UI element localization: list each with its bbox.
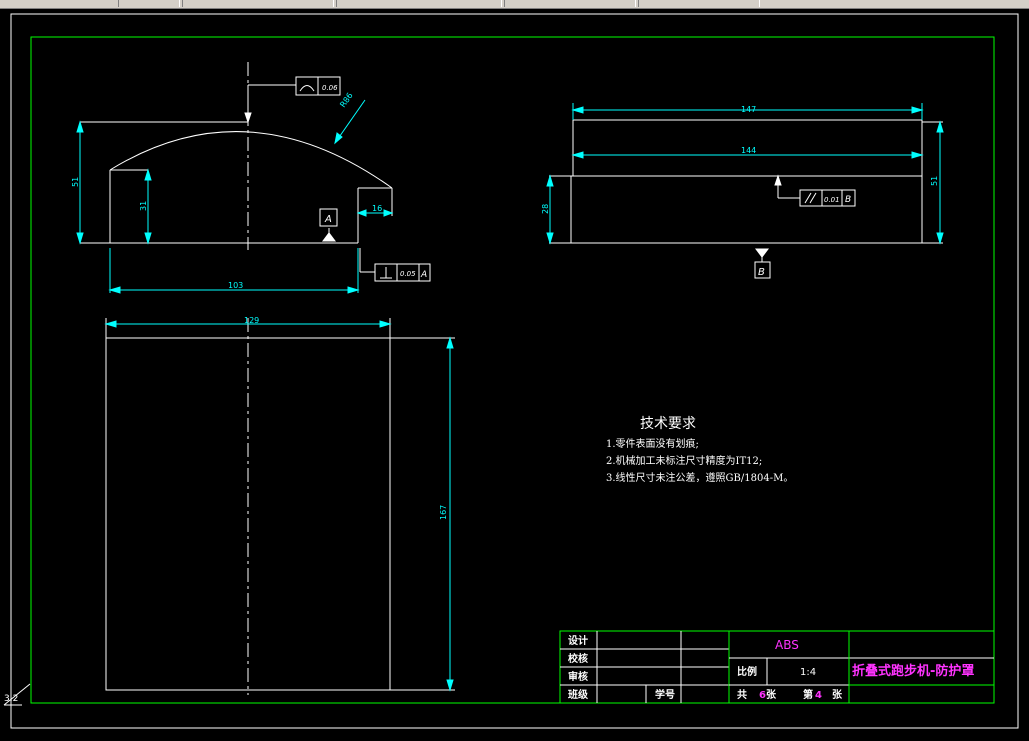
part1-arc [109,131,393,189]
dim-width: 129 [244,316,259,325]
dim-height-left: 28 [541,204,550,214]
dim-length-inner: 144 [741,146,756,155]
tb-drawing-name: 折叠式跑步机-防护罩 [852,663,974,679]
dim-height-total: 51 [71,177,80,187]
tech-line-1: 1.零件表面没有划痕; [606,437,699,450]
tb-scale-value: 1:4 [800,667,816,678]
datum-a-label: A [324,214,332,225]
tech-line-3: 3.线性尺寸未注公差，遵照GB/1804-M。 [606,471,793,484]
part3-dims [104,320,454,692]
part2-dims [546,103,944,245]
tb-scale-label: 比例 [737,665,757,678]
radius-label: R86 [338,91,354,109]
dim-width-base: 103 [228,281,243,290]
tb-sheet-suffix: 张 [832,688,843,701]
tb-sheet-count: 4 [815,690,822,701]
toolbar-strip [0,0,1029,9]
toolbar-field-2[interactable] [182,0,334,7]
tb-sheet-prefix: 第 [803,688,813,701]
part1-dims [76,99,394,294]
tech-line-2: 2.机械加工未标注尺寸精度为IT12; [606,454,762,467]
toolbar-field-3[interactable] [336,0,502,7]
ucs-label: 3.2 [4,694,18,704]
perp-tol-value: 0.05 [400,270,416,278]
dim-height-side: 31 [139,201,148,211]
parallel-tol-value: 0.01 [824,196,840,204]
tb-student-no: 学号 [655,688,675,701]
tb-design: 设计 [568,634,588,647]
drawing-canvas[interactable]: 0.06 R86 51 31 103 16 A 0.05 A 147 144 2… [0,9,1029,741]
inner-border [30,36,995,704]
datum-b-label: B [758,267,765,278]
tech-title: 技术要求 [640,416,696,432]
profile-icon [299,85,315,92]
parallel-ref-label: B [845,195,851,205]
dim-length-outer: 147 [741,105,756,114]
tb-total-count: 6 [759,690,766,701]
toolbar-field-5[interactable] [638,0,760,7]
toolbar-field-4[interactable] [504,0,636,7]
dim-height-right: 51 [930,176,939,186]
outer-frame [10,13,1019,729]
parallel-icon [804,192,812,204]
tb-class: 班级 [568,688,589,701]
tb-review: 审核 [568,670,588,683]
tb-total-prefix: 共 [737,688,747,701]
cad-drawing: 0.06 R86 51 31 103 16 A 0.05 A 147 144 2… [3,13,1019,729]
perp-ref-label: A [420,270,427,280]
part1-view [80,62,393,250]
tb-material: ABS [775,638,799,652]
dim-offset-right: 16 [372,204,382,213]
dim-height: 167 [439,505,448,520]
tb-total-suffix: 张 [766,688,777,701]
part2-view [549,119,943,244]
flatness-value: 0.06 [322,84,338,92]
part3-view [105,318,455,695]
tb-check: 校核 [568,652,588,665]
toolbar-field-1[interactable] [118,0,180,7]
